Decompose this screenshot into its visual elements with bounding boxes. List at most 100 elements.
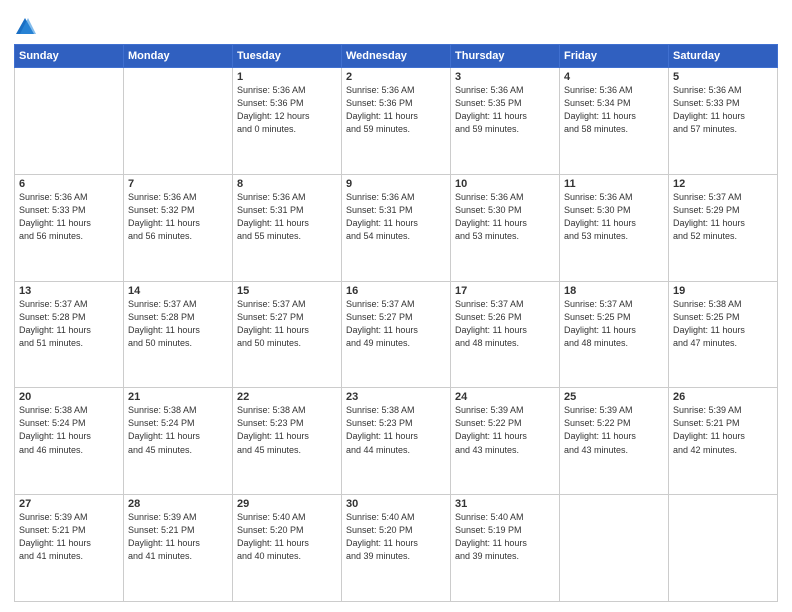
day-info: Sunrise: 5:39 AM Sunset: 5:22 PM Dayligh… bbox=[564, 404, 664, 456]
calendar-cell: 2Sunrise: 5:36 AM Sunset: 5:36 PM Daylig… bbox=[342, 68, 451, 175]
day-number: 13 bbox=[19, 285, 119, 297]
day-number: 23 bbox=[346, 391, 446, 403]
day-number: 14 bbox=[128, 285, 228, 297]
calendar-cell: 17Sunrise: 5:37 AM Sunset: 5:26 PM Dayli… bbox=[451, 281, 560, 388]
calendar-cell bbox=[15, 68, 124, 175]
calendar-cell bbox=[560, 495, 669, 602]
calendar-cell: 4Sunrise: 5:36 AM Sunset: 5:34 PM Daylig… bbox=[560, 68, 669, 175]
calendar-cell: 22Sunrise: 5:38 AM Sunset: 5:23 PM Dayli… bbox=[233, 388, 342, 495]
day-number: 10 bbox=[455, 178, 555, 190]
day-info: Sunrise: 5:40 AM Sunset: 5:20 PM Dayligh… bbox=[237, 511, 337, 563]
calendar-cell: 7Sunrise: 5:36 AM Sunset: 5:32 PM Daylig… bbox=[124, 174, 233, 281]
week-row-3: 13Sunrise: 5:37 AM Sunset: 5:28 PM Dayli… bbox=[15, 281, 778, 388]
week-row-5: 27Sunrise: 5:39 AM Sunset: 5:21 PM Dayli… bbox=[15, 495, 778, 602]
logo-icon bbox=[14, 16, 36, 38]
calendar-cell: 10Sunrise: 5:36 AM Sunset: 5:30 PM Dayli… bbox=[451, 174, 560, 281]
day-info: Sunrise: 5:38 AM Sunset: 5:24 PM Dayligh… bbox=[128, 404, 228, 456]
day-info: Sunrise: 5:37 AM Sunset: 5:28 PM Dayligh… bbox=[128, 298, 228, 350]
day-number: 24 bbox=[455, 391, 555, 403]
calendar-cell: 19Sunrise: 5:38 AM Sunset: 5:25 PM Dayli… bbox=[669, 281, 778, 388]
day-info: Sunrise: 5:40 AM Sunset: 5:19 PM Dayligh… bbox=[455, 511, 555, 563]
week-row-1: 1Sunrise: 5:36 AM Sunset: 5:36 PM Daylig… bbox=[15, 68, 778, 175]
calendar-cell: 3Sunrise: 5:36 AM Sunset: 5:35 PM Daylig… bbox=[451, 68, 560, 175]
calendar-header-monday: Monday bbox=[124, 45, 233, 68]
day-number: 7 bbox=[128, 178, 228, 190]
day-number: 3 bbox=[455, 71, 555, 83]
day-number: 9 bbox=[346, 178, 446, 190]
day-info: Sunrise: 5:38 AM Sunset: 5:23 PM Dayligh… bbox=[346, 404, 446, 456]
day-number: 1 bbox=[237, 71, 337, 83]
day-number: 6 bbox=[19, 178, 119, 190]
calendar-header-thursday: Thursday bbox=[451, 45, 560, 68]
calendar-cell: 26Sunrise: 5:39 AM Sunset: 5:21 PM Dayli… bbox=[669, 388, 778, 495]
day-info: Sunrise: 5:39 AM Sunset: 5:21 PM Dayligh… bbox=[19, 511, 119, 563]
calendar-cell: 21Sunrise: 5:38 AM Sunset: 5:24 PM Dayli… bbox=[124, 388, 233, 495]
calendar-cell: 28Sunrise: 5:39 AM Sunset: 5:21 PM Dayli… bbox=[124, 495, 233, 602]
day-number: 30 bbox=[346, 498, 446, 510]
day-number: 29 bbox=[237, 498, 337, 510]
day-number: 16 bbox=[346, 285, 446, 297]
day-info: Sunrise: 5:37 AM Sunset: 5:27 PM Dayligh… bbox=[346, 298, 446, 350]
day-info: Sunrise: 5:38 AM Sunset: 5:23 PM Dayligh… bbox=[237, 404, 337, 456]
day-number: 26 bbox=[673, 391, 773, 403]
calendar-cell: 9Sunrise: 5:36 AM Sunset: 5:31 PM Daylig… bbox=[342, 174, 451, 281]
calendar-cell: 23Sunrise: 5:38 AM Sunset: 5:23 PM Dayli… bbox=[342, 388, 451, 495]
calendar-header-wednesday: Wednesday bbox=[342, 45, 451, 68]
calendar-header-saturday: Saturday bbox=[669, 45, 778, 68]
day-number: 8 bbox=[237, 178, 337, 190]
day-info: Sunrise: 5:36 AM Sunset: 5:34 PM Dayligh… bbox=[564, 84, 664, 136]
day-info: Sunrise: 5:37 AM Sunset: 5:29 PM Dayligh… bbox=[673, 191, 773, 243]
calendar-cell: 6Sunrise: 5:36 AM Sunset: 5:33 PM Daylig… bbox=[15, 174, 124, 281]
day-info: Sunrise: 5:37 AM Sunset: 5:28 PM Dayligh… bbox=[19, 298, 119, 350]
calendar-cell: 20Sunrise: 5:38 AM Sunset: 5:24 PM Dayli… bbox=[15, 388, 124, 495]
calendar-cell: 30Sunrise: 5:40 AM Sunset: 5:20 PM Dayli… bbox=[342, 495, 451, 602]
calendar-cell bbox=[669, 495, 778, 602]
day-info: Sunrise: 5:36 AM Sunset: 5:33 PM Dayligh… bbox=[19, 191, 119, 243]
day-info: Sunrise: 5:36 AM Sunset: 5:30 PM Dayligh… bbox=[564, 191, 664, 243]
calendar-cell: 24Sunrise: 5:39 AM Sunset: 5:22 PM Dayli… bbox=[451, 388, 560, 495]
calendar-cell: 18Sunrise: 5:37 AM Sunset: 5:25 PM Dayli… bbox=[560, 281, 669, 388]
day-number: 25 bbox=[564, 391, 664, 403]
day-info: Sunrise: 5:38 AM Sunset: 5:25 PM Dayligh… bbox=[673, 298, 773, 350]
day-info: Sunrise: 5:39 AM Sunset: 5:22 PM Dayligh… bbox=[455, 404, 555, 456]
calendar-cell: 14Sunrise: 5:37 AM Sunset: 5:28 PM Dayli… bbox=[124, 281, 233, 388]
calendar-cell: 13Sunrise: 5:37 AM Sunset: 5:28 PM Dayli… bbox=[15, 281, 124, 388]
calendar-header-sunday: Sunday bbox=[15, 45, 124, 68]
header-row: SundayMondayTuesdayWednesdayThursdayFrid… bbox=[15, 45, 778, 68]
calendar-cell: 5Sunrise: 5:36 AM Sunset: 5:33 PM Daylig… bbox=[669, 68, 778, 175]
day-number: 20 bbox=[19, 391, 119, 403]
calendar-cell: 11Sunrise: 5:36 AM Sunset: 5:30 PM Dayli… bbox=[560, 174, 669, 281]
calendar-cell: 27Sunrise: 5:39 AM Sunset: 5:21 PM Dayli… bbox=[15, 495, 124, 602]
day-number: 28 bbox=[128, 498, 228, 510]
calendar-cell bbox=[124, 68, 233, 175]
day-number: 19 bbox=[673, 285, 773, 297]
calendar-header-tuesday: Tuesday bbox=[233, 45, 342, 68]
calendar-cell: 29Sunrise: 5:40 AM Sunset: 5:20 PM Dayli… bbox=[233, 495, 342, 602]
header bbox=[14, 10, 778, 38]
page: SundayMondayTuesdayWednesdayThursdayFrid… bbox=[0, 0, 792, 612]
calendar-cell: 8Sunrise: 5:36 AM Sunset: 5:31 PM Daylig… bbox=[233, 174, 342, 281]
week-row-4: 20 Sunrise: 5:38 AM Sunset: 5:24 PM Dayli… bbox=[15, 388, 778, 495]
day-number: 12 bbox=[673, 178, 773, 190]
day-info: Sunrise: 5:36 AM Sunset: 5:33 PM Dayligh… bbox=[673, 84, 773, 136]
calendar-cell: 12Sunrise: 5:37 AM Sunset: 5:29 PM Dayli… bbox=[669, 174, 778, 281]
day-number: 5 bbox=[673, 71, 773, 83]
calendar-cell: 25Sunrise: 5:39 AM Sunset: 5:22 PM Dayli… bbox=[560, 388, 669, 495]
day-info: Sunrise: 5:36 AM Sunset: 5:30 PM Dayligh… bbox=[455, 191, 555, 243]
day-number: 11 bbox=[564, 178, 664, 190]
day-number: 21 bbox=[128, 391, 228, 403]
day-number: 2 bbox=[346, 71, 446, 83]
week-row-2: 6Sunrise: 5:36 AM Sunset: 5:33 PM Daylig… bbox=[15, 174, 778, 281]
calendar-header-friday: Friday bbox=[560, 45, 669, 68]
day-info: Sunrise: 5:36 AM Sunset: 5:36 PM Dayligh… bbox=[237, 84, 337, 136]
day-info: Sunrise: 5:36 AM Sunset: 5:36 PM Dayligh… bbox=[346, 84, 446, 136]
calendar-cell: 1Sunrise: 5:36 AM Sunset: 5:36 PM Daylig… bbox=[233, 68, 342, 175]
logo bbox=[14, 14, 40, 38]
day-info: Sunrise: 5:37 AM Sunset: 5:26 PM Dayligh… bbox=[455, 298, 555, 350]
day-number: 4 bbox=[564, 71, 664, 83]
day-info: Sunrise: 5:39 AM Sunset: 5:21 PM Dayligh… bbox=[673, 404, 773, 456]
day-number: 31 bbox=[455, 498, 555, 510]
day-number: 15 bbox=[237, 285, 337, 297]
day-info: Sunrise: 5:37 AM Sunset: 5:25 PM Dayligh… bbox=[564, 298, 664, 350]
day-info: Sunrise: 5:36 AM Sunset: 5:32 PM Dayligh… bbox=[128, 191, 228, 243]
